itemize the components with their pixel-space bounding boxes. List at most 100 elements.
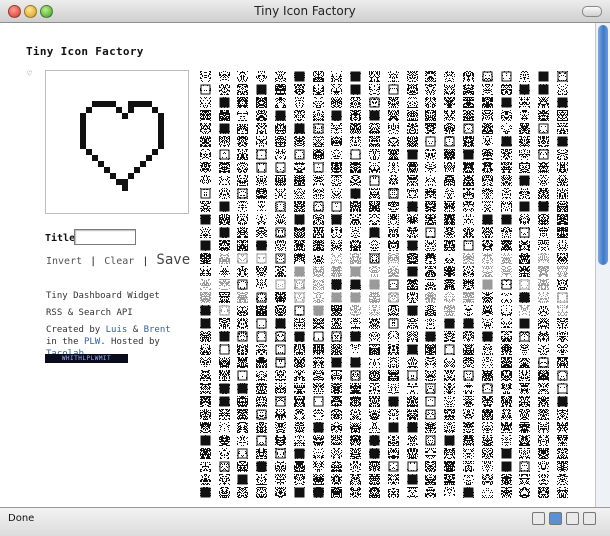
icon-thumbnail[interactable] xyxy=(497,421,516,434)
icon-thumbnail[interactable] xyxy=(534,213,553,226)
icon-thumbnail[interactable] xyxy=(459,239,478,252)
icon-thumbnail[interactable] xyxy=(516,135,535,148)
icon-thumbnail[interactable] xyxy=(215,382,234,395)
icon-thumbnail[interactable] xyxy=(215,187,234,200)
icon-thumbnail[interactable] xyxy=(516,278,535,291)
icon-thumbnail[interactable] xyxy=(440,317,459,330)
icon-thumbnail[interactable] xyxy=(534,161,553,174)
icon-thumbnail[interactable] xyxy=(271,83,290,96)
icon-thumbnail[interactable] xyxy=(215,122,234,135)
icon-thumbnail[interactable] xyxy=(365,265,384,278)
icon-thumbnail[interactable] xyxy=(516,369,535,382)
icon-thumbnail[interactable] xyxy=(328,395,347,408)
icon-thumbnail[interactable] xyxy=(497,486,516,499)
icon-thumbnail[interactable] xyxy=(309,70,328,83)
icon-thumbnail[interactable] xyxy=(234,434,253,447)
icon-thumbnail[interactable] xyxy=(365,343,384,356)
icon-thumbnail[interactable] xyxy=(440,265,459,278)
icon-thumbnail[interactable] xyxy=(553,252,572,265)
icon-thumbnail[interactable] xyxy=(328,343,347,356)
icon-thumbnail[interactable] xyxy=(346,369,365,382)
icon-thumbnail[interactable] xyxy=(328,486,347,499)
icon-thumbnail[interactable] xyxy=(516,473,535,486)
icon-thumbnail[interactable] xyxy=(346,473,365,486)
icon-thumbnail[interactable] xyxy=(196,304,215,317)
icon-thumbnail[interactable] xyxy=(328,447,347,460)
icon-thumbnail[interactable] xyxy=(234,122,253,135)
icon-thumbnail[interactable] xyxy=(534,70,553,83)
icon-thumbnail[interactable] xyxy=(459,421,478,434)
icon-thumbnail[interactable] xyxy=(478,460,497,473)
icon-thumbnail[interactable] xyxy=(384,343,403,356)
icon-thumbnail[interactable] xyxy=(196,187,215,200)
icon-thumbnail[interactable] xyxy=(440,96,459,109)
icon-thumbnail[interactable] xyxy=(497,200,516,213)
icon-thumbnail[interactable] xyxy=(271,161,290,174)
icon-thumbnail[interactable] xyxy=(252,187,271,200)
icon-thumbnail[interactable] xyxy=(271,187,290,200)
icon-thumbnail[interactable] xyxy=(346,460,365,473)
icon-thumbnail[interactable] xyxy=(403,278,422,291)
icon-thumbnail[interactable] xyxy=(252,70,271,83)
icon-thumbnail[interactable] xyxy=(328,70,347,83)
icon-thumbnail[interactable] xyxy=(271,317,290,330)
icon-thumbnail[interactable] xyxy=(234,174,253,187)
icon-thumbnail[interactable] xyxy=(290,278,309,291)
icon-thumbnail[interactable] xyxy=(459,70,478,83)
icon-thumbnail[interactable] xyxy=(440,421,459,434)
icon-thumbnail[interactable] xyxy=(534,317,553,330)
icon-thumbnail[interactable] xyxy=(422,278,441,291)
icon-thumbnail[interactable] xyxy=(365,408,384,421)
icon-thumbnail[interactable] xyxy=(196,343,215,356)
icon-thumbnail[interactable] xyxy=(553,421,572,434)
icon-thumbnail[interactable] xyxy=(215,356,234,369)
icon-thumbnail[interactable] xyxy=(459,161,478,174)
icon-thumbnail[interactable] xyxy=(422,96,441,109)
icon-thumbnail[interactable] xyxy=(328,434,347,447)
icon-thumbnail[interactable] xyxy=(309,473,328,486)
icon-thumbnail[interactable] xyxy=(553,317,572,330)
icon-thumbnail[interactable] xyxy=(271,473,290,486)
icon-thumbnail[interactable] xyxy=(384,382,403,395)
icon-thumbnail[interactable] xyxy=(478,356,497,369)
icon-thumbnail[interactable] xyxy=(309,226,328,239)
icon-thumbnail[interactable] xyxy=(384,109,403,122)
icon-thumbnail[interactable] xyxy=(215,473,234,486)
icon-thumbnail[interactable] xyxy=(534,148,553,161)
icon-thumbnail[interactable] xyxy=(328,291,347,304)
icon-thumbnail[interactable] xyxy=(384,83,403,96)
icon-thumbnail[interactable] xyxy=(440,291,459,304)
icon-thumbnail[interactable] xyxy=(252,109,271,122)
icon-thumbnail[interactable] xyxy=(478,395,497,408)
icon-thumbnail[interactable] xyxy=(215,161,234,174)
icon-thumbnail[interactable] xyxy=(440,213,459,226)
icon-thumbnail[interactable] xyxy=(497,434,516,447)
icon-thumbnail[interactable] xyxy=(497,356,516,369)
icon-thumbnail[interactable] xyxy=(403,408,422,421)
icon-thumbnail[interactable] xyxy=(516,382,535,395)
icon-thumbnail[interactable] xyxy=(328,174,347,187)
icon-thumbnail[interactable] xyxy=(403,70,422,83)
icon-thumbnail[interactable] xyxy=(196,122,215,135)
icon-thumbnail[interactable] xyxy=(196,83,215,96)
icon-thumbnail[interactable] xyxy=(553,343,572,356)
icon-thumbnail[interactable] xyxy=(215,317,234,330)
icon-thumbnail[interactable] xyxy=(516,226,535,239)
icon-thumbnail[interactable] xyxy=(440,382,459,395)
icon-thumbnail[interactable] xyxy=(534,239,553,252)
icon-thumbnail[interactable] xyxy=(234,356,253,369)
icon-thumbnail[interactable] xyxy=(271,278,290,291)
icon-thumbnail[interactable] xyxy=(290,408,309,421)
icon-thumbnail[interactable] xyxy=(215,96,234,109)
icon-thumbnail[interactable] xyxy=(365,369,384,382)
icon-thumbnail[interactable] xyxy=(271,252,290,265)
icon-thumbnail[interactable] xyxy=(309,356,328,369)
icon-thumbnail[interactable] xyxy=(440,70,459,83)
icon-thumbnail[interactable] xyxy=(403,96,422,109)
icon-thumbnail[interactable] xyxy=(459,83,478,96)
icon-thumbnail[interactable] xyxy=(252,96,271,109)
icon-thumbnail[interactable] xyxy=(271,174,290,187)
icon-thumbnail[interactable] xyxy=(422,304,441,317)
icon-thumbnail[interactable] xyxy=(271,213,290,226)
icon-thumbnail[interactable] xyxy=(328,187,347,200)
